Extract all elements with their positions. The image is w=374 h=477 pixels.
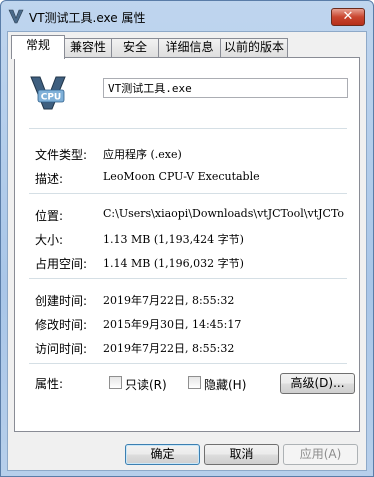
size-on-disk-label: 占用空间: xyxy=(35,257,88,271)
size-on-disk-value: 1.14 MB (1,196,032 字节) xyxy=(103,257,244,270)
app-title-icon xyxy=(8,9,24,24)
tab-general[interactable]: 常规 xyxy=(11,35,65,59)
dialog-client: 常规 兼容性 安全 详细信息 以前的版本 CPU 文件类型: 应用程序 (.ex… xyxy=(7,31,367,471)
separator xyxy=(29,278,347,279)
description-value: LeoMoon CPU-V Executable xyxy=(103,170,260,183)
app-icon: CPU xyxy=(30,76,66,110)
modified-value: 2015年9月30日, 14:45:17 xyxy=(103,318,242,331)
close-button[interactable]: ✕ xyxy=(331,8,365,26)
hidden-label[interactable]: 隐藏(H) xyxy=(204,376,246,393)
file-type-value: 应用程序 (.exe) xyxy=(103,148,182,161)
general-panel: CPU 文件类型: 应用程序 (.exe) 描述: LeoMoon CPU-V … xyxy=(14,57,360,432)
file-type-label: 文件类型: xyxy=(35,148,88,162)
cancel-button[interactable]: 取消 xyxy=(204,444,279,465)
size-value: 1.13 MB (1,193,424 字节) xyxy=(103,233,244,246)
separator xyxy=(29,363,347,364)
created-label: 创建时间: xyxy=(35,294,88,308)
tab-compatibility[interactable]: 兼容性 xyxy=(64,38,112,57)
modified-label: 修改时间: xyxy=(35,318,88,332)
properties-window: VT测试工具.exe 属性 ✕ 常规 兼容性 安全 详细信息 以前的版本 CPU… xyxy=(0,0,374,477)
size-label: 大小: xyxy=(35,233,64,247)
close-icon: ✕ xyxy=(342,9,354,24)
advanced-button[interactable]: 高级(D)... xyxy=(280,373,355,394)
separator xyxy=(29,193,347,194)
apply-button[interactable]: 应用(A) xyxy=(283,444,358,465)
title-bar[interactable]: VT测试工具.exe 属性 ✕ xyxy=(1,1,373,31)
tab-security[interactable]: 安全 xyxy=(111,38,159,57)
attributes-label: 属性: xyxy=(35,377,64,391)
separator xyxy=(29,128,347,129)
hidden-checkbox[interactable] xyxy=(188,376,201,389)
window-title: VT测试工具.exe 属性 xyxy=(29,11,146,25)
readonly-checkbox[interactable] xyxy=(109,376,122,389)
tab-previous-versions[interactable]: 以前的版本 xyxy=(220,38,288,57)
app-icon-text: CPU xyxy=(41,93,62,103)
readonly-label[interactable]: 只读(R) xyxy=(125,376,167,393)
tab-details[interactable]: 详细信息 xyxy=(158,38,221,57)
location-label: 位置: xyxy=(35,209,64,223)
file-name-field[interactable] xyxy=(103,78,348,98)
location-value: C:\Users\xiaopi\Downloads\vtJCTool\vtJCT… xyxy=(103,207,345,220)
description-label: 描述: xyxy=(35,172,64,186)
created-value: 2019年7月22日, 8:55:32 xyxy=(103,294,235,307)
ok-button[interactable]: 确定 xyxy=(125,444,200,465)
accessed-label: 访问时间: xyxy=(35,342,88,356)
accessed-value: 2019年7月22日, 8:55:32 xyxy=(103,342,235,355)
